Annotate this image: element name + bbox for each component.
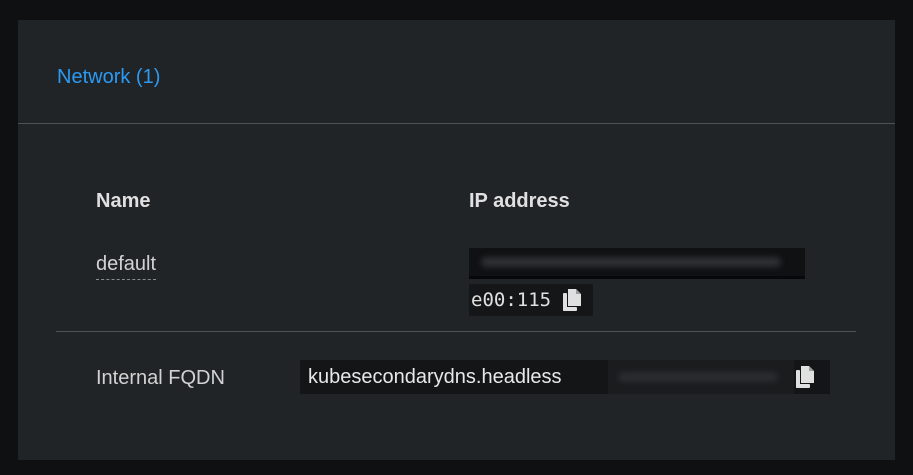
ip-address-column-header: IP address [469,190,570,212]
network-card: Network (1) Name IP address default e00:… [18,20,895,460]
ip-address-suffix: e00:115 [471,289,552,311]
copy-ip-button[interactable] [561,288,583,312]
name-column-header: Name [96,190,151,212]
copy-fqdn-button[interactable] [794,365,816,389]
row-divider [56,331,856,332]
copy-icon [796,366,814,388]
network-name-default[interactable]: default [96,253,157,280]
copy-icon [563,289,582,311]
internal-fqdn-redacted [608,360,794,394]
network-title[interactable]: Network (1) [57,66,160,89]
internal-fqdn-label: Internal FQDN [96,367,225,389]
internal-fqdn-value: kubesecondarydns.headless [308,366,562,388]
internal-fqdn-field: kubesecondarydns.headless [300,360,830,394]
header-divider [18,123,895,124]
ip-address-redacted [469,248,805,279]
ip-address-field: e00:115 [469,284,594,316]
